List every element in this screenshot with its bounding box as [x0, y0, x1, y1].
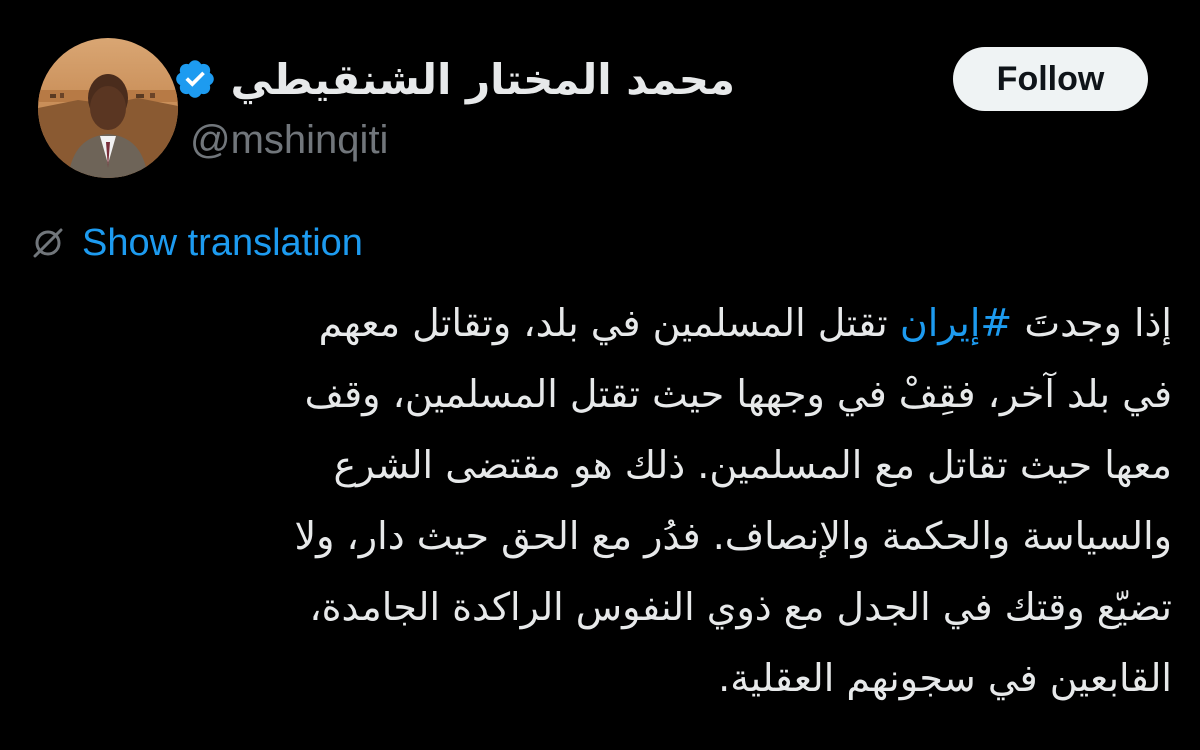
tweet-line: معها حيث تقاتل مع المسلمين. ذلك هو مقتضى… — [333, 443, 1172, 487]
show-translation-label[interactable]: Show translation — [82, 222, 363, 265]
hashtag-link[interactable]: #إيران — [900, 301, 1012, 345]
author-name-row: محمد المختار الشنقيطي — [173, 46, 735, 112]
tweet-line: تضيّع وقتك في الجدل مع ذوي النفوس الراكد… — [309, 585, 1172, 629]
globe-slash-icon — [30, 225, 66, 261]
tweet-text: إذا وجدتَ #إيران تقتل المسلمين في بلد، و… — [22, 288, 1172, 714]
tweet-text-segment: تقتل المسلمين في بلد، وتقاتل معهم — [318, 301, 900, 345]
tweet-line: والسياسة والحكمة والإنصاف. فدُر مع الحق … — [294, 514, 1172, 558]
author-display-name[interactable]: محمد المختار الشنقيطي — [231, 55, 735, 104]
tweet-text-segment: إذا وجدتَ — [1012, 301, 1172, 345]
author-handle[interactable]: @mshinqiti — [190, 118, 388, 163]
avatar[interactable] — [38, 38, 178, 178]
profile-photo-icon — [38, 38, 178, 178]
tweet-line: إذا وجدتَ #إيران تقتل المسلمين في بلد، و… — [22, 288, 1172, 359]
verified-badge-icon — [173, 57, 217, 101]
tweet-line: في بلد آخر، فقِفْ في وجهها حيث تقتل المس… — [304, 372, 1172, 416]
tweet-line: القابعين في سجونهم العقلية. — [718, 656, 1172, 700]
show-translation-button[interactable]: Show translation — [30, 218, 363, 268]
follow-button[interactable]: Follow — [953, 47, 1148, 111]
